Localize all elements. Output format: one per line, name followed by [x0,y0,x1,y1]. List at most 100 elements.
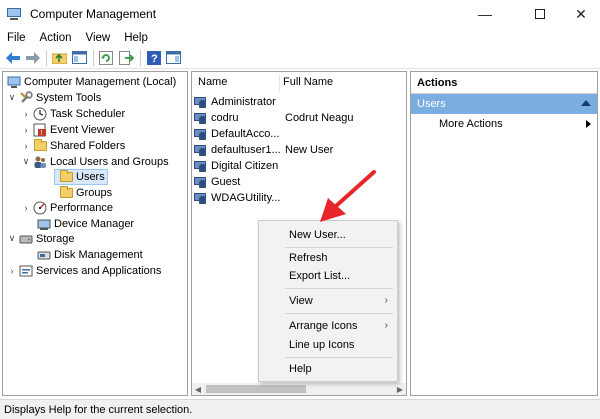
user-row[interactable]: WDAGUtility... [194,190,280,206]
context-menu-line-up-icons[interactable]: Line up Icons [289,339,354,351]
maximize-icon [535,9,545,19]
maximize-button[interactable] [517,0,563,28]
performance-icon [33,201,47,215]
tree-label: Storage [36,232,75,245]
system-tools-icon [19,91,33,105]
expand-chevron-icon[interactable]: › [21,109,31,119]
menu-help[interactable]: Help [117,32,155,44]
minimize-button[interactable]: — [462,0,508,28]
tree-label: Disk Management [54,248,143,261]
action-pane-icon [166,51,181,64]
menu-bar: File Action View Help [0,28,600,47]
menu-action[interactable]: Action [33,32,79,44]
show-hide-action-pane-button[interactable] [165,49,182,66]
user-account-icon [194,111,208,125]
column-divider[interactable] [279,74,280,92]
tree-label: Performance [50,201,113,214]
tree-item-shared-folders[interactable]: › Shared Folders [21,138,125,154]
actions-header: Actions [411,72,597,94]
user-row[interactable]: codru Codrut Neagu [194,110,354,126]
user-row[interactable]: DefaultAcco... [194,126,279,142]
status-text: Displays Help for the current selection. [4,403,193,416]
tree-item-device-manager[interactable]: Device Manager [35,216,134,232]
user-row[interactable]: Guest [194,174,240,190]
show-hide-tree-button[interactable] [71,49,88,66]
expand-chevron-icon[interactable]: › [21,125,31,135]
submenu-chevron-icon: › [384,295,388,306]
expand-chevron-icon[interactable]: › [21,203,31,213]
column-header-full-name[interactable]: Full Name [283,76,333,88]
scroll-right-icon[interactable]: ▶ [394,383,406,395]
collapse-chevron-icon[interactable]: ∨ [7,233,17,244]
tree-item-task-scheduler[interactable]: › Task Scheduler [21,106,125,122]
tree-item-disk-management[interactable]: Disk Management [35,247,143,263]
tree-item-services-and-applications[interactable]: › Services and Applications [7,263,162,279]
folder-icon [59,169,73,184]
collapse-triangle-icon[interactable] [581,100,591,106]
menu-separator [285,288,393,289]
user-row[interactable]: Administrator [194,94,276,110]
menu-file[interactable]: File [0,32,33,44]
tree-label: Event Viewer [50,123,115,136]
tree-label: Groups [76,186,113,199]
disk-management-icon [37,248,51,262]
tree-item-computer-management[interactable]: Computer Management (Local) [5,74,176,90]
more-actions-item[interactable]: More Actions [439,118,503,130]
back-arrow-icon [5,51,20,64]
tree-item-local-users-and-groups[interactable]: ∨ Local Users and Groups [21,154,169,170]
actions-section-users[interactable]: Users [411,94,597,114]
back-button[interactable] [4,49,21,66]
help-button[interactable]: ? [145,49,162,66]
collapse-chevron-icon[interactable]: ∨ [21,156,31,167]
refresh-button[interactable] [98,49,115,66]
forward-button[interactable] [24,49,41,66]
user-row[interactable]: Digital Citizen [194,158,278,174]
tree-item-users[interactable]: Users [54,169,108,185]
actions-section-label: Users [417,98,446,110]
up-one-level-button[interactable] [51,49,68,66]
console-tree-icon [72,51,87,64]
tree-label: Services and Applications [36,264,162,277]
context-menu-new-user[interactable]: New User... [289,229,346,241]
context-menu-view[interactable]: View [289,295,313,307]
tree-label: Shared Folders [50,139,126,152]
collapse-chevron-icon[interactable]: ∨ [7,92,17,103]
horizontal-scrollbar[interactable]: ◀ ▶ [192,383,406,395]
export-list-button[interactable] [118,49,135,66]
scrollbar-thumb[interactable] [206,385,306,393]
user-account-icon [194,159,208,173]
shared-folder-icon [33,138,47,153]
forward-arrow-icon [25,51,40,64]
tree-item-event-viewer[interactable]: › ! Event Viewer [21,122,115,138]
expand-chevron-icon[interactable]: › [21,141,31,151]
tree-item-storage[interactable]: ∨ Storage [7,231,75,247]
context-menu: New User... Refresh Export List... View … [258,220,398,382]
user-name: Administrator [211,96,276,108]
user-name: WDAGUtility... [211,192,281,204]
tree-item-performance[interactable]: › Performance [21,200,113,216]
submenu-chevron-icon: › [384,320,388,331]
refresh-icon [99,50,113,65]
context-menu-arrange-icons[interactable]: Arrange Icons [289,320,357,332]
scroll-left-icon[interactable]: ◀ [192,383,204,395]
menu-view[interactable]: View [79,32,118,44]
column-header-name[interactable]: Name [198,76,227,88]
tree-item-groups[interactable]: Groups [54,185,112,201]
console-tree-pane: Computer Management (Local) ∨ System Too… [2,71,188,396]
title-bar: Computer Management — ✕ [0,0,600,28]
svg-text:!: ! [41,130,43,137]
toolbar: ? [0,47,600,69]
context-menu-export-list[interactable]: Export List... [289,270,350,282]
toolbar-separator [93,49,94,66]
user-account-icon [194,95,208,109]
context-menu-refresh[interactable]: Refresh [289,252,328,264]
expand-chevron-icon[interactable]: › [7,266,17,276]
context-menu-help[interactable]: Help [289,363,312,375]
task-scheduler-icon [33,107,47,121]
list-column-header: Name Full Name [192,72,406,94]
tree-item-system-tools[interactable]: ∨ System Tools [7,90,101,106]
help-icon: ? [146,50,161,65]
device-manager-icon [37,217,51,231]
close-button[interactable]: ✕ [558,0,600,28]
user-row[interactable]: defaultuser1... New User [194,142,333,158]
